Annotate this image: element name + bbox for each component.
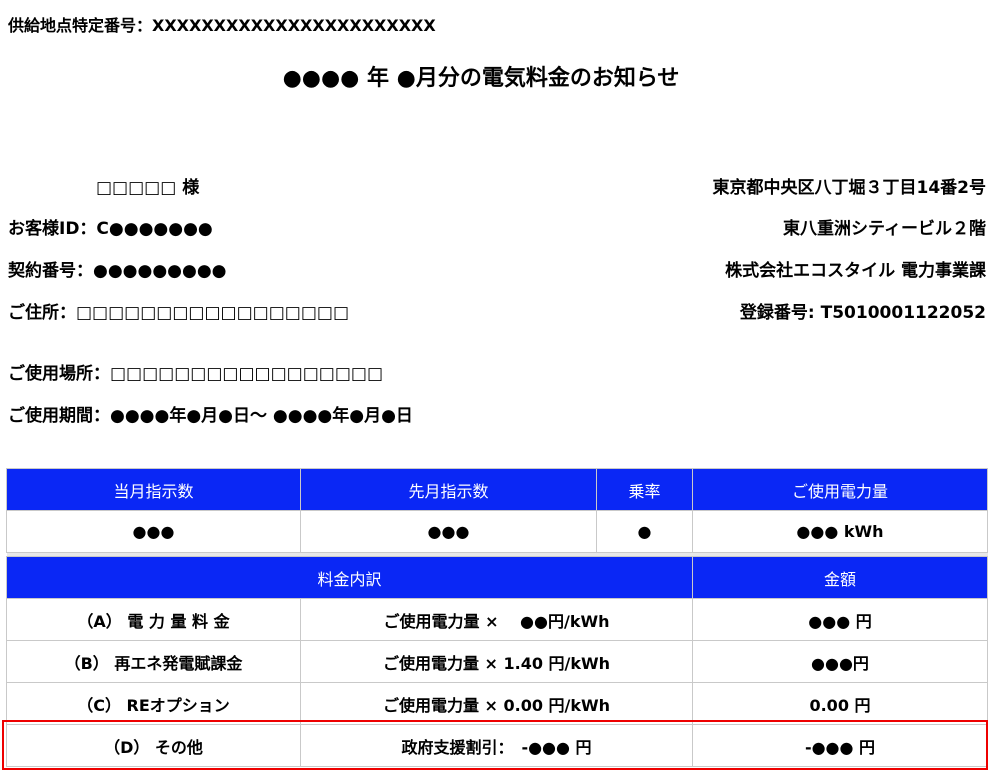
company-address-2: 東八重洲シティービル２階 [783, 219, 986, 239]
customer-name: □□□□□ 様 [96, 178, 200, 198]
table-row: （C） REオプション ご使用電力量 × 0.00 円/kWh 0.00 円 [6, 682, 988, 725]
row-amount: ●●●円 [692, 640, 988, 683]
page-title: ●●●● 年 ●月分の電気料金のお知らせ [282, 66, 680, 91]
registration-number: 登録番号: T5010001122052 [739, 303, 986, 323]
usage-value: ●●● kWh [692, 510, 988, 553]
row-detail: ご使用電力量 × ●●円/kWh [300, 598, 693, 641]
row-detail: ご使用電力量 × 1.40 円/kWh [300, 640, 693, 683]
highlight-box [2, 720, 988, 770]
multiplier-value: ● [596, 510, 693, 553]
usage-period: ご使用期間：●●●●年●月●日～ ●●●●年●月●日 [8, 406, 413, 426]
meter-value-row: ●●● ●●● ● ●●● kWh [6, 510, 988, 553]
table-row: （A） 電 力 量 料 金 ご使用電力量 × ●●円/kWh ●●● 円 [6, 598, 988, 641]
current-reading-value: ●●● [6, 510, 301, 553]
header-breakdown: 料金内訳 [6, 556, 693, 599]
customer-id: お客様ID：C●●●●●●● [8, 219, 213, 239]
usage-place: ご使用場所：□□□□□□□□□□□□□□□□□ [8, 364, 384, 384]
table-row: （B） 再エネ発電賦課金 ご使用電力量 × 1.40 円/kWh ●●●円 [6, 640, 988, 683]
header-multiplier: 乗率 [596, 468, 693, 511]
row-amount: ●●● 円 [692, 598, 988, 641]
header-amount: 金額 [692, 556, 988, 599]
customer-address: ご住所：□□□□□□□□□□□□□□□□□ [8, 303, 350, 323]
row-label: （C） REオプション [6, 682, 301, 725]
breakdown-header-row: 料金内訳 金額 [6, 556, 988, 599]
contract-number: 契約番号：●●●●●●●●● [8, 261, 227, 281]
row-amount: 0.00 円 [692, 682, 988, 725]
row-label: （B） 再エネ発電賦課金 [6, 640, 301, 683]
company-name: 株式会社エコスタイル 電力事業課 [725, 261, 986, 281]
previous-reading-value: ●●● [300, 510, 597, 553]
header-previous-reading: 先月指示数 [300, 468, 597, 511]
header-current-reading: 当月指示数 [6, 468, 301, 511]
company-address-1: 東京都中央区八丁堀３丁目14番2号 [712, 178, 987, 198]
meter-header-row: 当月指示数 先月指示数 乗率 ご使用電力量 [6, 468, 988, 511]
row-label: （A） 電 力 量 料 金 [6, 598, 301, 641]
supply-point-number: 供給地点特定番号：XXXXXXXXXXXXXXXXXXXXXXX [8, 16, 436, 35]
header-usage: ご使用電力量 [692, 468, 988, 511]
row-detail: ご使用電力量 × 0.00 円/kWh [300, 682, 693, 725]
